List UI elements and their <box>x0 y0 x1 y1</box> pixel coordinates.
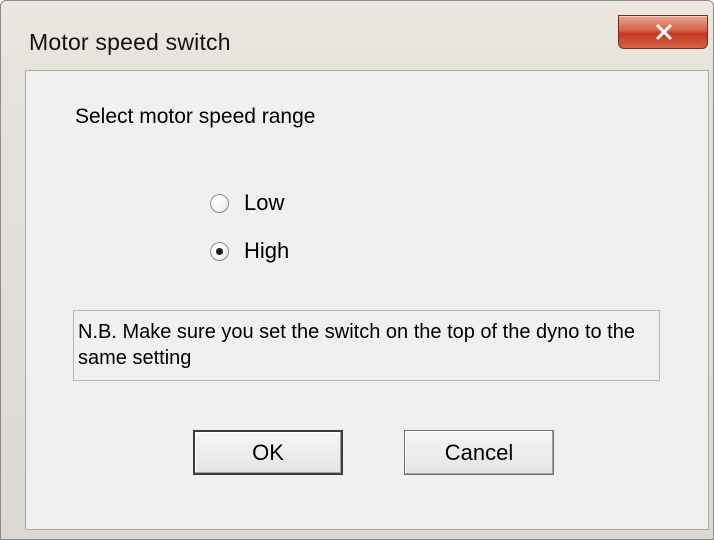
close-x-icon <box>656 24 672 40</box>
radio-option-high[interactable]: High <box>210 238 289 264</box>
radio-low-label[interactable]: Low <box>244 190 284 216</box>
radio-high[interactable] <box>210 241 229 261</box>
title-bar[interactable]: Motor speed switch <box>1 1 714 71</box>
close-button[interactable] <box>618 15 708 49</box>
dialog-client-area <box>25 70 709 530</box>
ok-button[interactable]: OK <box>193 430 343 475</box>
radio-low[interactable] <box>210 193 229 213</box>
cancel-button[interactable]: Cancel <box>404 430 554 475</box>
prompt-label: Select motor speed range <box>75 105 316 128</box>
window-title: Motor speed switch <box>29 29 231 55</box>
note-text: N.B. Make sure you set the switch on the… <box>73 310 660 381</box>
dialog-window: Motor speed switch Select motor speed ra… <box>0 0 714 540</box>
radio-option-low[interactable]: Low <box>210 190 284 216</box>
radio-high-label[interactable]: High <box>244 238 289 264</box>
